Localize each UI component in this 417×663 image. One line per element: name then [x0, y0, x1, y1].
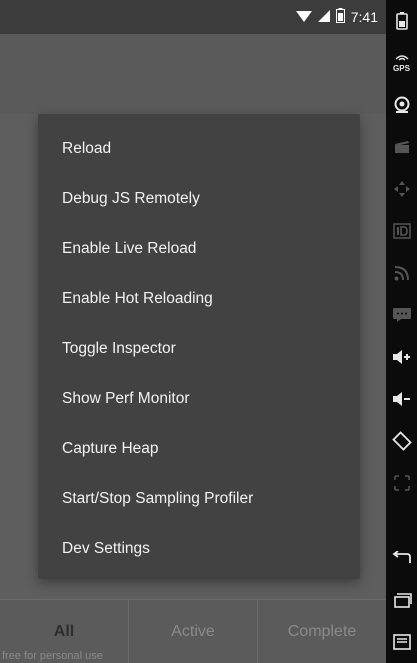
- menu-item-debug-js-remotely[interactable]: Debug JS Remotely: [38, 174, 360, 224]
- wifi-icon: [295, 9, 312, 26]
- gps-icon[interactable]: GPS: [386, 42, 417, 84]
- rotate-icon[interactable]: [386, 420, 417, 462]
- device-screen: 7:41 All Active Complete free for person…: [0, 0, 386, 663]
- menu-item-capture-heap[interactable]: Capture Heap: [38, 424, 360, 474]
- status-icons: 7:41: [295, 7, 378, 27]
- recents-icon[interactable]: [386, 579, 417, 621]
- camera-icon[interactable]: [386, 84, 417, 126]
- volume-up-icon[interactable]: [386, 336, 417, 378]
- status-bar: 7:41: [0, 0, 386, 34]
- signal-icon: [317, 9, 330, 26]
- sms-icon[interactable]: [386, 294, 417, 336]
- volume-down-icon[interactable]: [386, 378, 417, 420]
- menu-item-reload[interactable]: Reload: [38, 124, 360, 174]
- rss-icon[interactable]: [386, 252, 417, 294]
- menu-item-enable-hot-reloading[interactable]: Enable Hot Reloading: [38, 274, 360, 324]
- status-time: 7:41: [350, 9, 378, 25]
- menu-item-toggle-inspector[interactable]: Toggle Inspector: [38, 324, 360, 374]
- tab-active[interactable]: Active: [129, 600, 258, 663]
- battery-icon: [335, 8, 345, 26]
- menu-item-dev-settings[interactable]: Dev Settings: [38, 524, 360, 574]
- tab-complete[interactable]: Complete: [258, 600, 386, 663]
- dpad-icon[interactable]: [386, 168, 417, 210]
- menu-item-enable-live-reload[interactable]: Enable Live Reload: [38, 224, 360, 274]
- menu-item-sampling-profiler[interactable]: Start/Stop Sampling Profiler: [38, 474, 360, 524]
- menu-icon[interactable]: [386, 621, 417, 663]
- back-icon[interactable]: [386, 537, 417, 579]
- gps-label: GPS: [393, 63, 410, 73]
- clapper-icon[interactable]: [386, 126, 417, 168]
- id-icon[interactable]: [386, 210, 417, 252]
- scale-icon[interactable]: [386, 462, 417, 504]
- watermark: free for personal use: [2, 650, 103, 662]
- menu-item-show-perf-monitor[interactable]: Show Perf Monitor: [38, 374, 360, 424]
- app-header: [0, 34, 386, 114]
- emulator-toolbar: GPS: [386, 0, 417, 663]
- power-icon[interactable]: [386, 0, 417, 42]
- dev-menu: Reload Debug JS Remotely Enable Live Rel…: [38, 114, 360, 579]
